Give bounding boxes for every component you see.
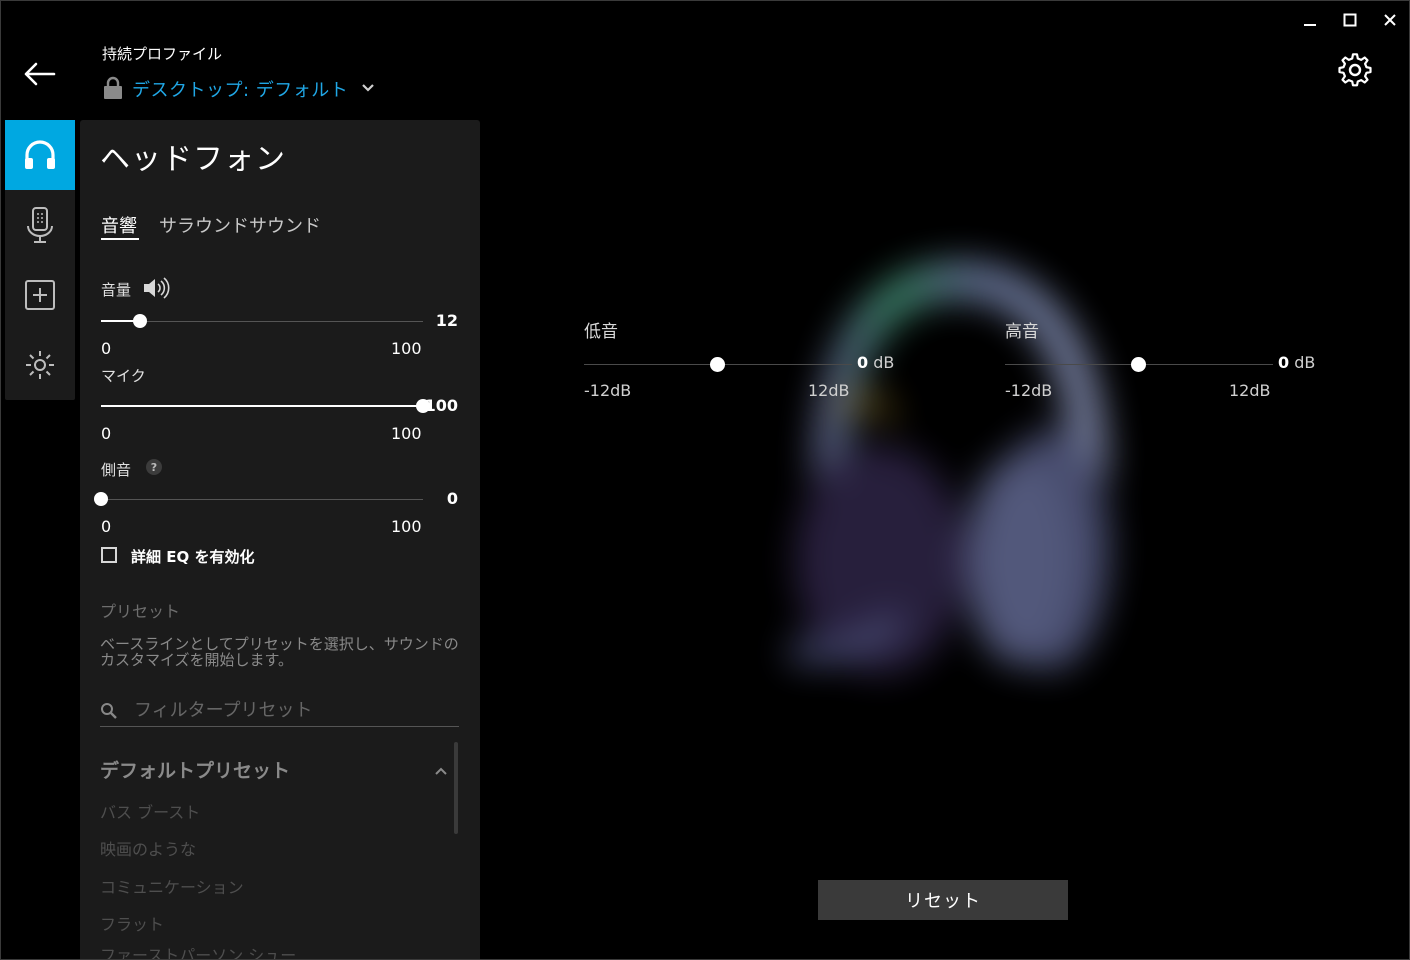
nav-lighting[interactable] — [5, 330, 75, 400]
volume-slider-handle[interactable] — [132, 314, 147, 328]
treble-max: 12dB — [1229, 381, 1271, 400]
volume-value: 12 — [435, 311, 458, 330]
preset-group-title[interactable]: デフォルトプリセット — [100, 756, 290, 783]
sidetone-max: 100 — [391, 517, 422, 536]
mic-max: 100 — [391, 424, 422, 443]
treble-slider[interactable] — [1005, 354, 1273, 374]
bass-slider[interactable] — [584, 354, 852, 374]
headphones-icon — [25, 140, 55, 169]
preset-item[interactable]: バス ブースト — [100, 799, 200, 823]
panel-title: ヘッドフォン — [100, 142, 286, 177]
profile-caption: 持続プロファイル — [102, 45, 223, 63]
arrow-left-icon — [24, 62, 56, 86]
tab-surround[interactable]: サラウンドサウンド — [159, 212, 321, 238]
tab-sound[interactable]: 音響 — [101, 212, 137, 238]
profile-selector[interactable]: デスクトップ: デフォルト — [132, 76, 348, 102]
advanced-eq-checkbox[interactable] — [101, 547, 117, 563]
preset-item[interactable]: ファーストパーソン シュー — [100, 942, 296, 960]
bass-slider-handle[interactable] — [710, 357, 725, 372]
microphone-icon — [27, 207, 53, 243]
close-button[interactable] — [1376, 8, 1404, 32]
back-button[interactable] — [22, 58, 58, 90]
lock-icon — [102, 76, 124, 100]
treble-value: 0 dB — [1278, 353, 1316, 372]
volume-label: 音量 — [101, 281, 132, 299]
sidetone-slider[interactable] — [94, 488, 423, 510]
close-icon — [1384, 14, 1396, 26]
bass-max: 12dB — [808, 381, 850, 400]
preset-item[interactable]: コミュニケーション — [100, 874, 244, 898]
sidetone-value: 0 — [446, 489, 458, 508]
device-nav-rail — [5, 120, 75, 400]
add-square-icon — [25, 280, 55, 310]
mic-min: 0 — [101, 424, 112, 443]
bass-min: -12dB — [584, 381, 632, 400]
brightness-icon — [26, 351, 54, 379]
chevron-down-icon[interactable] — [360, 80, 376, 96]
volume-min: 0 — [101, 339, 112, 358]
gear-icon — [1338, 53, 1372, 87]
sidetone-slider-handle[interactable] — [94, 492, 108, 506]
bass-label: 低音 — [584, 322, 618, 342]
bass-value: 0 dB — [857, 353, 895, 372]
preset-item[interactable]: フラット — [100, 911, 164, 935]
active-tab-indicator — [101, 238, 139, 240]
preset-scrollbar[interactable] — [454, 742, 458, 834]
advanced-eq-label: 詳細 EQ を有効化 — [131, 548, 255, 566]
treble-min: -12dB — [1005, 381, 1053, 400]
mic-value: 100 — [424, 396, 458, 415]
nav-add[interactable] — [5, 260, 75, 330]
volume-slider[interactable] — [101, 310, 423, 332]
minimize-icon — [1304, 24, 1316, 26]
preset-item[interactable]: 映画のような — [100, 836, 196, 860]
settings-button[interactable] — [1338, 53, 1372, 87]
minimize-button[interactable] — [1296, 8, 1324, 32]
sidetone-min: 0 — [101, 517, 112, 536]
reset-button[interactable]: リセット — [818, 880, 1068, 920]
mic-label: マイク — [101, 367, 146, 385]
search-underline — [100, 726, 459, 727]
headphone-settings-panel: ヘッドフォン 音響 サラウンドサウンド 音量 12 0 100 マイク 100 … — [80, 120, 480, 960]
sidetone-label: 側音 — [101, 461, 132, 479]
treble-label: 高音 — [1005, 322, 1039, 342]
nav-headphones[interactable] — [5, 120, 75, 190]
speaker-icon — [142, 276, 170, 304]
help-icon[interactable]: ? — [146, 459, 162, 475]
preset-heading: プリセット — [100, 602, 181, 621]
nav-microphone[interactable] — [5, 190, 75, 260]
preset-description: ベースラインとしてプリセットを選択し、サウンドのカスタマイズを開始します。 — [100, 635, 459, 669]
maximize-icon — [1343, 13, 1357, 27]
chevron-up-icon[interactable] — [434, 763, 448, 777]
volume-max: 100 — [391, 339, 422, 358]
search-icon — [100, 702, 118, 720]
preset-search-input[interactable] — [134, 697, 454, 723]
maximize-button[interactable] — [1336, 8, 1364, 32]
headset-image — [770, 260, 1120, 700]
treble-slider-handle[interactable] — [1131, 357, 1146, 372]
mic-slider[interactable] — [101, 395, 430, 417]
